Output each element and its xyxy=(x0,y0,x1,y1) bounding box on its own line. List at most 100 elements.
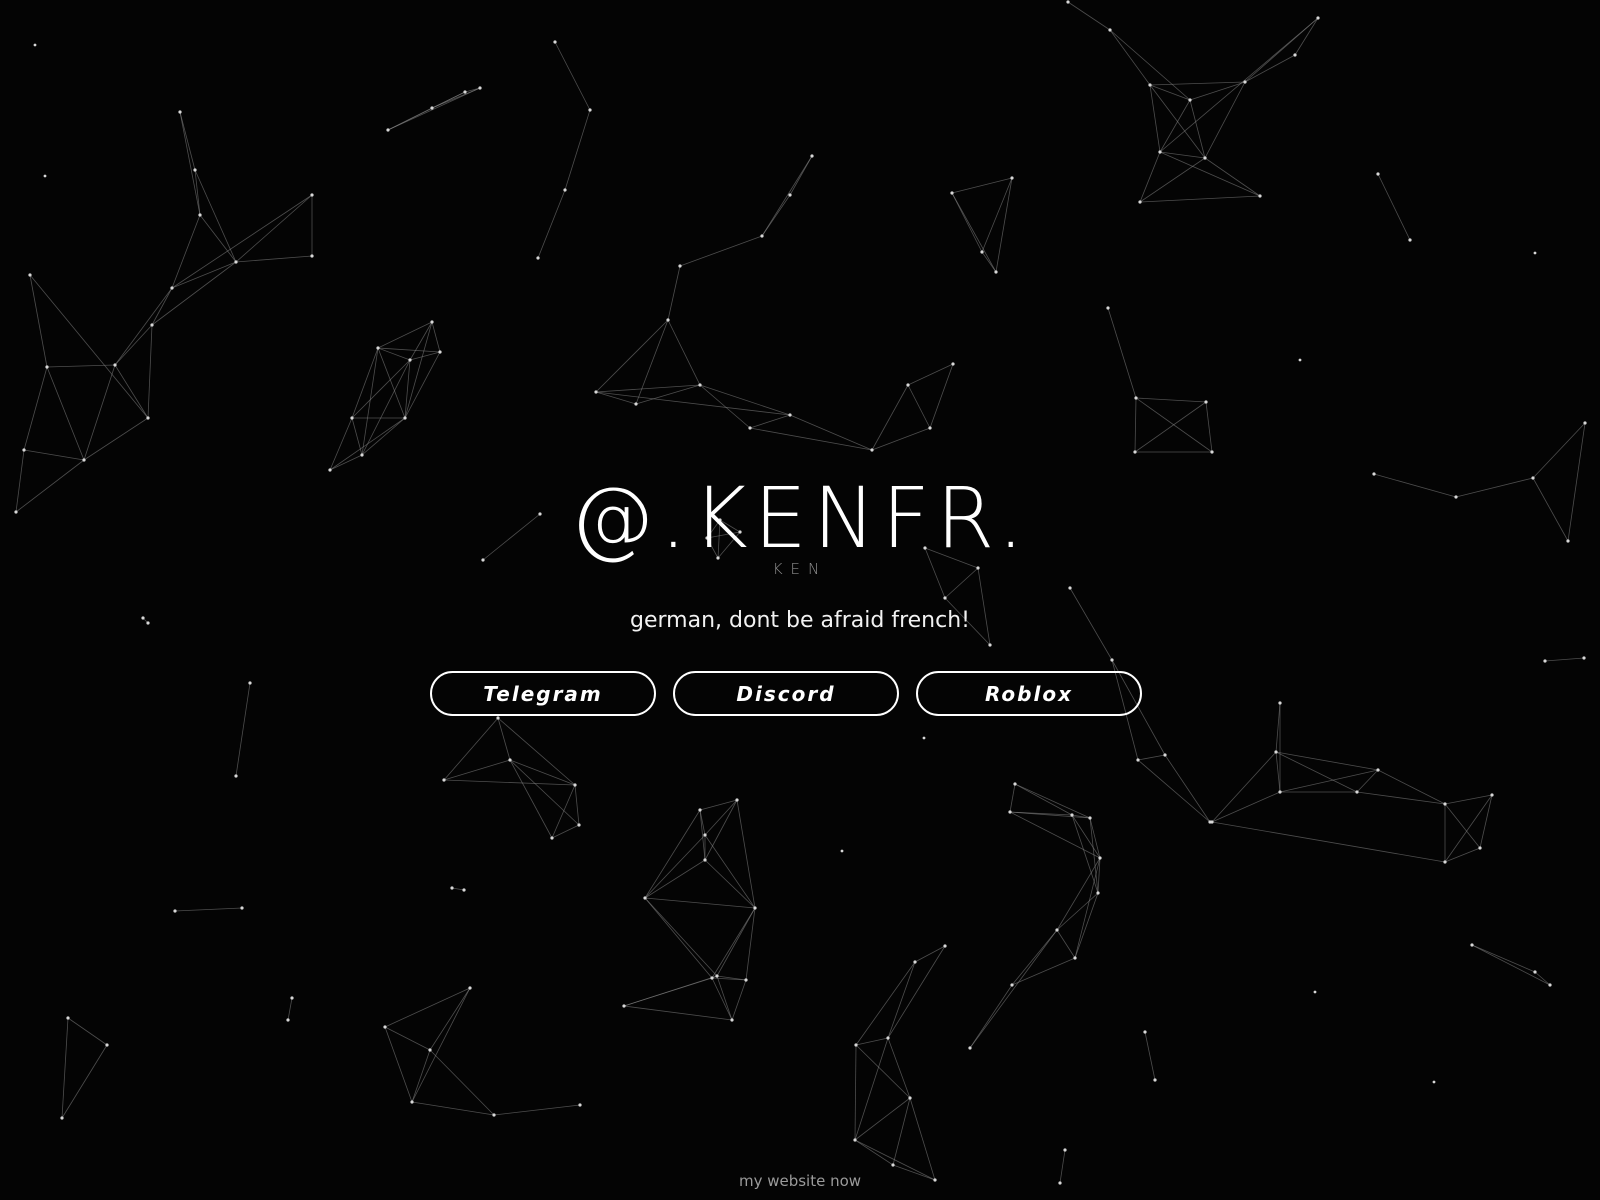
particle-node xyxy=(383,1025,387,1029)
particle-link xyxy=(595,391,637,405)
particle-link xyxy=(1164,754,1211,823)
particle-node xyxy=(891,1163,895,1167)
particle-node xyxy=(573,783,577,787)
particle-link xyxy=(704,859,756,909)
particle-link xyxy=(114,287,173,366)
particle-link xyxy=(171,194,313,289)
particle-link xyxy=(1109,29,1151,86)
particle-link xyxy=(854,1139,894,1166)
particle-link xyxy=(361,417,406,456)
particle-node xyxy=(854,1043,858,1047)
social-links: Telegram Discord Roblox xyxy=(430,671,1142,716)
particle-node xyxy=(536,256,540,260)
particle-node xyxy=(1583,421,1587,425)
particle-link xyxy=(377,347,406,419)
particle-node xyxy=(508,758,512,762)
particle-node xyxy=(1408,238,1412,242)
particle-link xyxy=(509,759,580,826)
particle-link xyxy=(1149,84,1161,153)
particle-link xyxy=(537,189,566,259)
particle-node xyxy=(666,318,670,322)
particle-node xyxy=(698,808,702,812)
particle-node xyxy=(1376,768,1380,772)
particle-link xyxy=(1149,81,1246,86)
particle-node xyxy=(82,458,86,462)
particle-node xyxy=(968,1046,972,1050)
particle-node xyxy=(748,426,752,430)
particle-link xyxy=(29,274,48,368)
particle-link xyxy=(667,319,701,386)
particle-node xyxy=(286,1018,290,1022)
particle-node xyxy=(248,681,252,685)
particle-link xyxy=(716,975,733,1021)
particle-link xyxy=(871,384,909,451)
footer-text: my website now xyxy=(738,1172,862,1190)
particle-node xyxy=(1298,358,1302,362)
particle-link xyxy=(1159,99,1191,153)
particle-link xyxy=(1139,157,1206,203)
particle-link xyxy=(1205,401,1213,453)
particle-link xyxy=(595,391,791,416)
particle-link xyxy=(1107,307,1137,399)
telegram-button[interactable]: Telegram xyxy=(430,671,656,716)
particle-link xyxy=(1139,195,1261,203)
particle-link xyxy=(443,717,499,781)
particle-link xyxy=(409,351,441,361)
particle-node xyxy=(853,1138,857,1142)
particle-link xyxy=(749,427,873,451)
particle-node xyxy=(1073,956,1077,960)
particle-node xyxy=(1204,400,1208,404)
particle-node xyxy=(198,213,202,217)
particle-link xyxy=(644,897,713,979)
particle-link xyxy=(731,979,747,1021)
discord-button[interactable]: Discord xyxy=(673,671,899,716)
particle-link xyxy=(907,384,931,429)
particle-link xyxy=(855,1037,889,1046)
particle-link xyxy=(929,363,954,429)
particle-node xyxy=(1582,656,1586,660)
particle-link xyxy=(1056,929,1076,959)
particle-node xyxy=(577,823,581,827)
particle-link xyxy=(411,1049,431,1103)
particle-link xyxy=(1134,397,1137,453)
particle-node xyxy=(1443,802,1447,806)
particle-node xyxy=(744,978,748,982)
particle-node xyxy=(1063,1148,1067,1152)
particle-link xyxy=(1275,751,1379,771)
particle-link xyxy=(493,1104,581,1116)
particle-link xyxy=(623,975,718,1007)
particle-link xyxy=(951,177,1013,194)
particle-link xyxy=(887,961,916,1039)
particle-node xyxy=(988,643,992,647)
particle-node xyxy=(1163,753,1167,757)
particle-link xyxy=(1011,929,1058,986)
particle-link xyxy=(235,194,313,263)
particle-link xyxy=(716,907,756,977)
particle-node xyxy=(1210,450,1214,454)
particle-link xyxy=(644,834,706,899)
particle-link xyxy=(61,1044,108,1119)
particle-node xyxy=(1543,659,1547,663)
particle-link xyxy=(387,87,481,131)
tagline: german, dont be afraid french! xyxy=(630,608,970,633)
particle-link xyxy=(595,384,701,393)
particle-link xyxy=(1356,791,1446,805)
particle-link xyxy=(551,784,576,839)
roblox-button[interactable]: Roblox xyxy=(916,671,1142,716)
particle-link xyxy=(1014,783,1073,816)
particle-node xyxy=(234,260,238,264)
particle-link xyxy=(1074,892,1099,959)
particle-link xyxy=(854,1037,889,1141)
particle-link xyxy=(171,214,201,289)
particle-node xyxy=(428,1048,432,1052)
particle-link xyxy=(23,366,48,451)
particle-link xyxy=(623,1005,733,1021)
particle-node xyxy=(950,191,954,195)
particle-node xyxy=(430,320,434,324)
particle-link xyxy=(704,834,756,909)
particle-link xyxy=(429,1049,495,1116)
particle-node xyxy=(310,193,314,197)
particle-node xyxy=(360,453,364,457)
particle-node xyxy=(1274,750,1278,754)
particle-node xyxy=(1008,810,1012,814)
